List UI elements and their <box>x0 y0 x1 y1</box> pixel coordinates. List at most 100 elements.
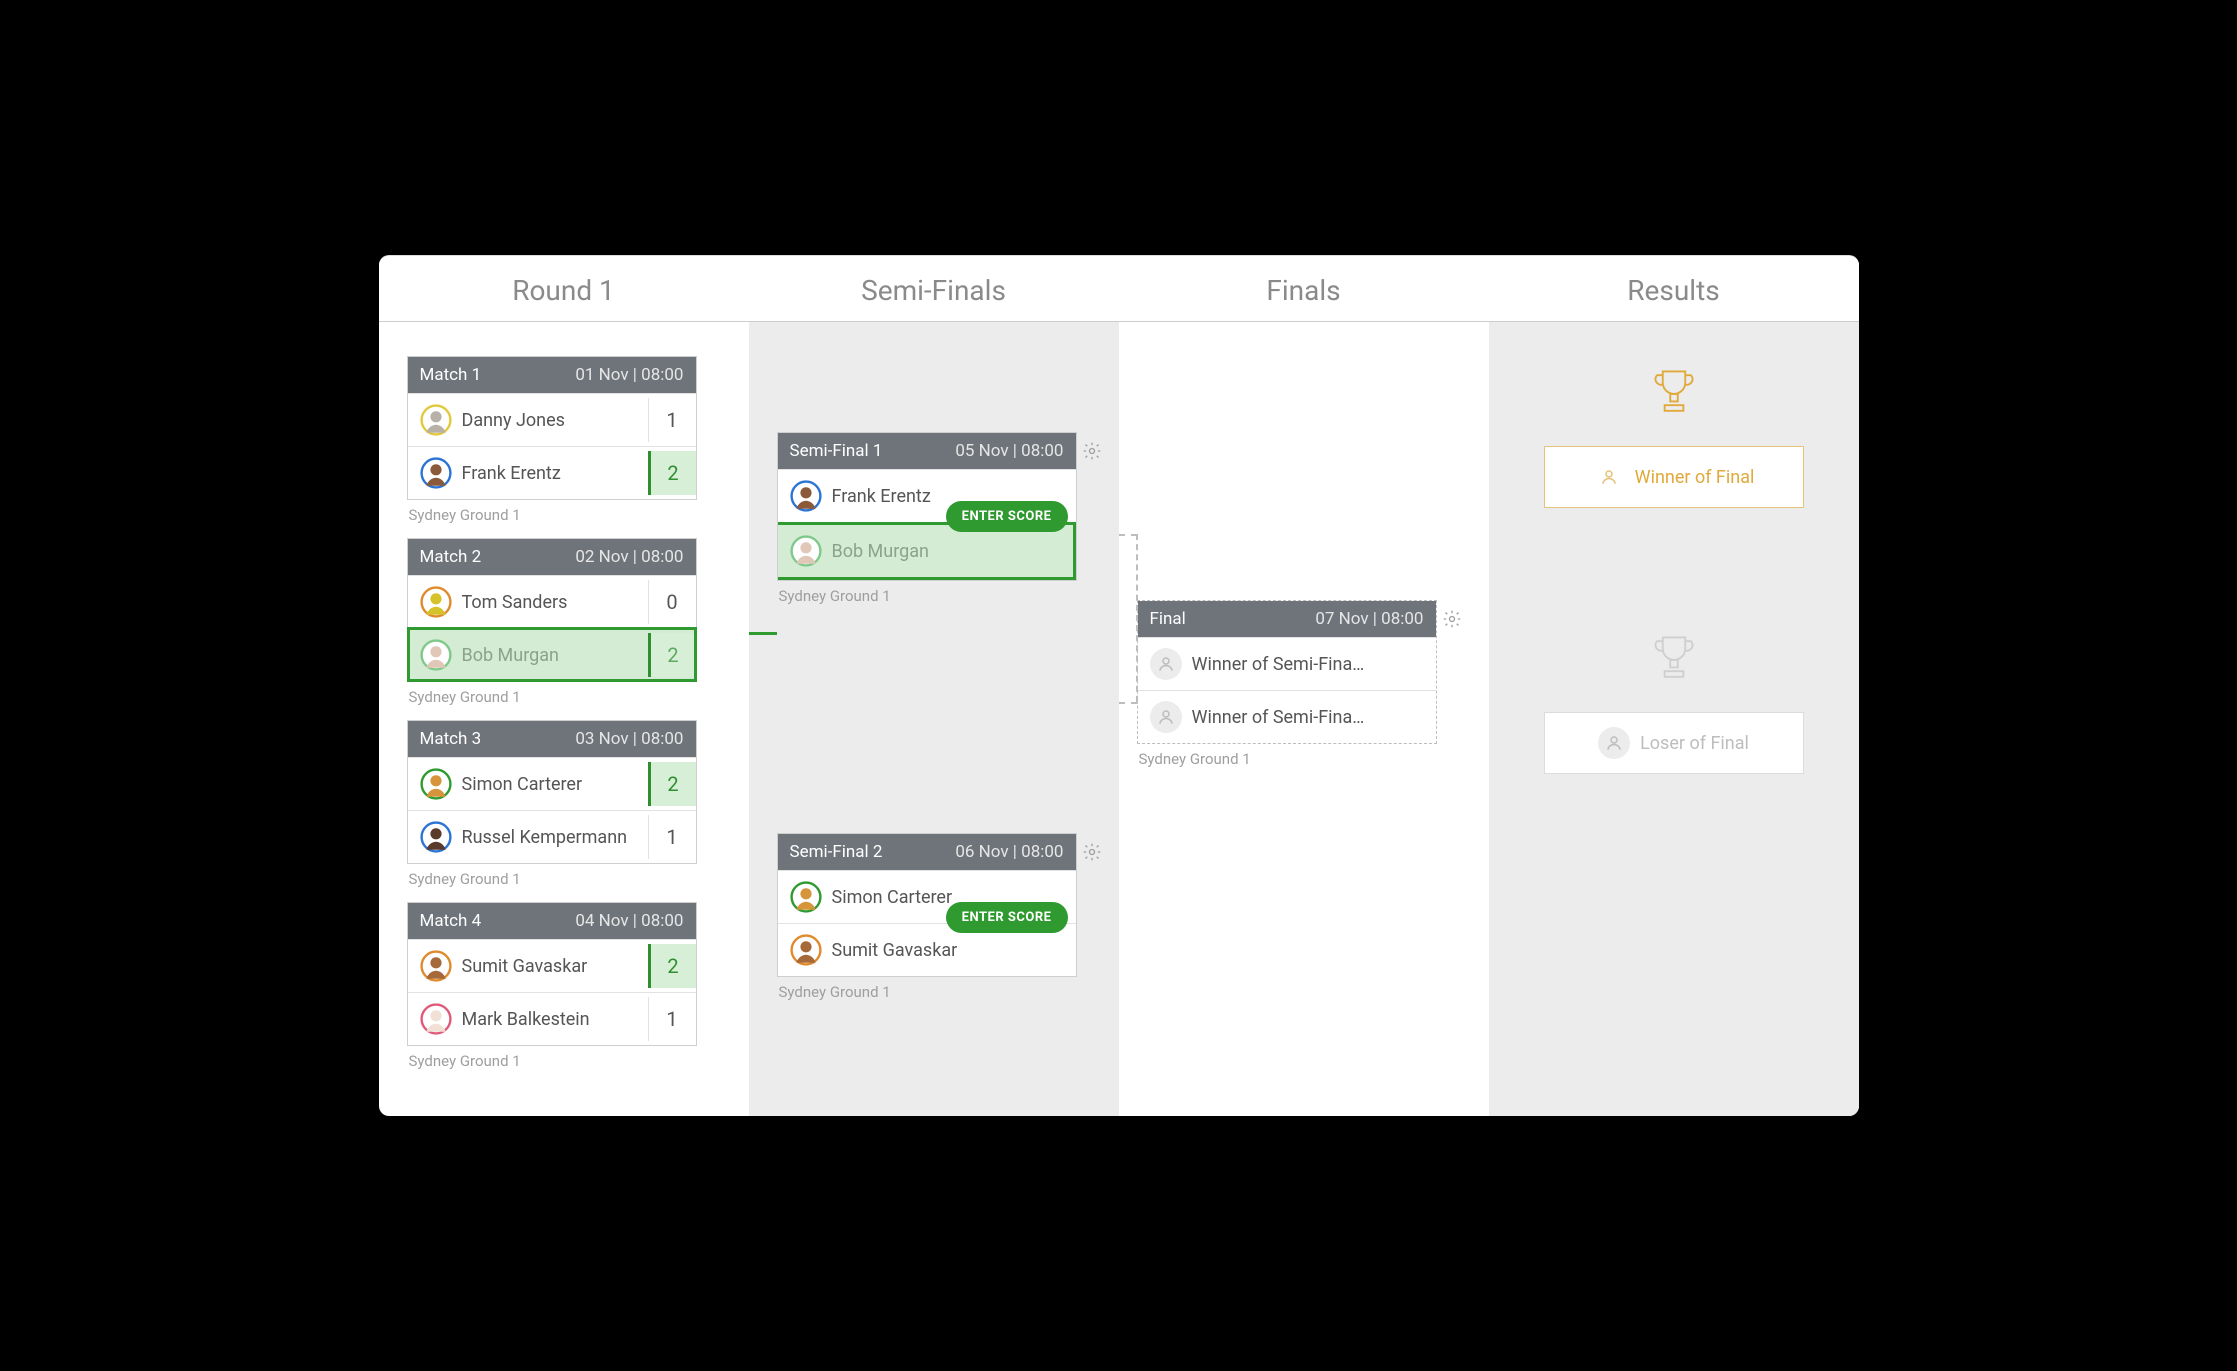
venue-label: Sydney Ground 1 <box>409 506 749 524</box>
match-date: 06 Nov | 08:00 <box>955 842 1063 862</box>
semifinal-card[interactable]: Semi-Final 2 06 Nov | 08:00 Simon Carter… <box>777 833 1077 977</box>
match-title: Semi-Final 1 <box>790 441 883 461</box>
match-date: 01 Nov | 08:00 <box>575 365 683 385</box>
avatar-icon <box>420 1003 452 1035</box>
avatar-icon <box>790 881 822 913</box>
match-header: Semi-Final 1 05 Nov | 08:00 <box>778 433 1076 469</box>
player-name: Bob Murgan <box>462 645 559 666</box>
player-row[interactable]: Mark Balkestein 1 <box>408 992 696 1045</box>
player-score: 0 <box>648 580 696 624</box>
player-row[interactable]: Bob Murgan 2 <box>408 628 696 681</box>
player-name: Mark Balkestein <box>462 1009 590 1030</box>
player-name: Sumit Gavaskar <box>462 956 588 977</box>
gear-icon[interactable] <box>1082 441 1102 461</box>
column-finals: Finals Final 07 Nov | 08:00 Winner of Se… <box>1119 256 1489 1116</box>
player-name: Bob Murgan <box>832 541 929 562</box>
avatar-icon <box>420 821 452 853</box>
bracket-panel: Round 1 Match 1 01 Nov | 08:00 Danny Jon… <box>379 255 1859 1116</box>
column-header-finals: Finals <box>1119 256 1489 322</box>
person-icon <box>1150 701 1182 733</box>
match-header: Match 4 04 Nov | 08:00 <box>408 903 696 939</box>
player-name: Simon Carterer <box>462 774 583 795</box>
player-name: Frank Erentz <box>462 463 561 484</box>
player-name: Danny Jones <box>462 410 565 431</box>
person-icon <box>1150 648 1182 680</box>
trophy-icon <box>1644 628 1704 688</box>
match-title: Semi-Final 2 <box>790 842 883 862</box>
player-row[interactable]: Frank Erentz 2 <box>408 446 696 499</box>
player-name: Winner of Semi-Fina… <box>1192 707 1365 728</box>
match-title: Match 1 <box>420 365 482 385</box>
semifinal-card[interactable]: Semi-Final 1 05 Nov | 08:00 Frank Erentz… <box>777 432 1077 581</box>
match-date: 03 Nov | 08:00 <box>575 729 683 749</box>
match-title: Final <box>1150 609 1186 629</box>
match-title: Match 2 <box>420 547 482 567</box>
avatar-icon <box>790 934 822 966</box>
match-header: Final 07 Nov | 08:00 <box>1138 601 1436 637</box>
match-card[interactable]: Match 1 01 Nov | 08:00 Danny Jones 1 Fra… <box>407 356 697 500</box>
match-header: Semi-Final 2 06 Nov | 08:00 <box>778 834 1076 870</box>
avatar-icon <box>790 535 822 567</box>
avatar-icon <box>790 480 822 512</box>
player-score: 2 <box>648 633 696 677</box>
column-header-results: Results <box>1489 256 1859 322</box>
player-name: Russel Kempermann <box>462 827 628 848</box>
match-card[interactable]: Match 4 04 Nov | 08:00 Sumit Gavaskar 2 … <box>407 902 697 1046</box>
player-score: 2 <box>648 451 696 495</box>
trophy-icon <box>1644 362 1704 422</box>
match-date: 04 Nov | 08:00 <box>575 911 683 931</box>
player-name: Winner of Semi-Fina… <box>1192 654 1365 675</box>
player-score: 1 <box>648 815 696 859</box>
venue-label: Sydney Ground 1 <box>1139 750 1489 768</box>
avatar-icon <box>420 950 452 982</box>
player-name: Simon Carterer <box>832 887 953 908</box>
venue-label: Sydney Ground 1 <box>779 983 1119 1001</box>
player-row[interactable]: Winner of Semi-Fina… <box>1138 637 1436 690</box>
player-score: 1 <box>648 997 696 1041</box>
player-row[interactable]: Winner of Semi-Fina… <box>1138 690 1436 743</box>
venue-label: Sydney Ground 1 <box>409 1052 749 1070</box>
match-header: Match 2 02 Nov | 08:00 <box>408 539 696 575</box>
match-header: Match 1 01 Nov | 08:00 <box>408 357 696 393</box>
result-loser-slot: Loser of Final <box>1544 628 1804 774</box>
person-icon <box>1598 727 1630 759</box>
column-header-semis: Semi-Finals <box>749 256 1119 322</box>
player-row[interactable]: Sumit Gavaskar 2 <box>408 939 696 992</box>
gear-icon[interactable] <box>1442 609 1462 629</box>
avatar-icon <box>420 639 452 671</box>
player-name: Sumit Gavaskar <box>832 940 958 961</box>
player-score: 2 <box>648 944 696 988</box>
player-name: Frank Erentz <box>832 486 931 507</box>
loser-of-final-box: Loser of Final <box>1544 712 1804 774</box>
match-card[interactable]: Match 3 03 Nov | 08:00 Simon Carterer 2 … <box>407 720 697 864</box>
column-header-round1: Round 1 <box>379 256 749 322</box>
result-winner-slot: Winner of Final <box>1544 362 1804 508</box>
avatar-icon <box>420 457 452 489</box>
match-date: 07 Nov | 08:00 <box>1315 609 1423 629</box>
match-date: 02 Nov | 08:00 <box>575 547 683 567</box>
match-date: 05 Nov | 08:00 <box>955 441 1063 461</box>
player-row[interactable]: Simon Carterer 2 <box>408 757 696 810</box>
match-card[interactable]: Match 2 02 Nov | 08:00 Tom Sanders 0 Bob… <box>407 538 697 682</box>
match-header: Match 3 03 Nov | 08:00 <box>408 721 696 757</box>
venue-label: Sydney Ground 1 <box>409 688 749 706</box>
gear-icon[interactable] <box>1082 842 1102 862</box>
venue-label: Sydney Ground 1 <box>779 587 1119 605</box>
player-name: Tom Sanders <box>462 592 568 613</box>
enter-score-button[interactable]: ENTER SCORE <box>946 501 1068 532</box>
enter-score-button[interactable]: ENTER SCORE <box>946 902 1068 933</box>
avatar-icon <box>420 586 452 618</box>
winner-of-final-box: Winner of Final <box>1544 446 1804 508</box>
player-score: 1 <box>648 398 696 442</box>
player-score: 2 <box>648 762 696 806</box>
person-icon <box>1593 461 1625 493</box>
venue-label: Sydney Ground 1 <box>409 870 749 888</box>
player-row[interactable]: Russel Kempermann 1 <box>408 810 696 863</box>
final-card[interactable]: Final 07 Nov | 08:00 Winner of Semi-Fina… <box>1137 600 1437 744</box>
avatar-icon <box>420 404 452 436</box>
loser-label: Loser of Final <box>1640 733 1749 754</box>
avatar-icon <box>420 768 452 800</box>
match-title: Match 4 <box>420 911 482 931</box>
player-row[interactable]: Tom Sanders 0 <box>408 575 696 628</box>
player-row[interactable]: Danny Jones 1 <box>408 393 696 446</box>
